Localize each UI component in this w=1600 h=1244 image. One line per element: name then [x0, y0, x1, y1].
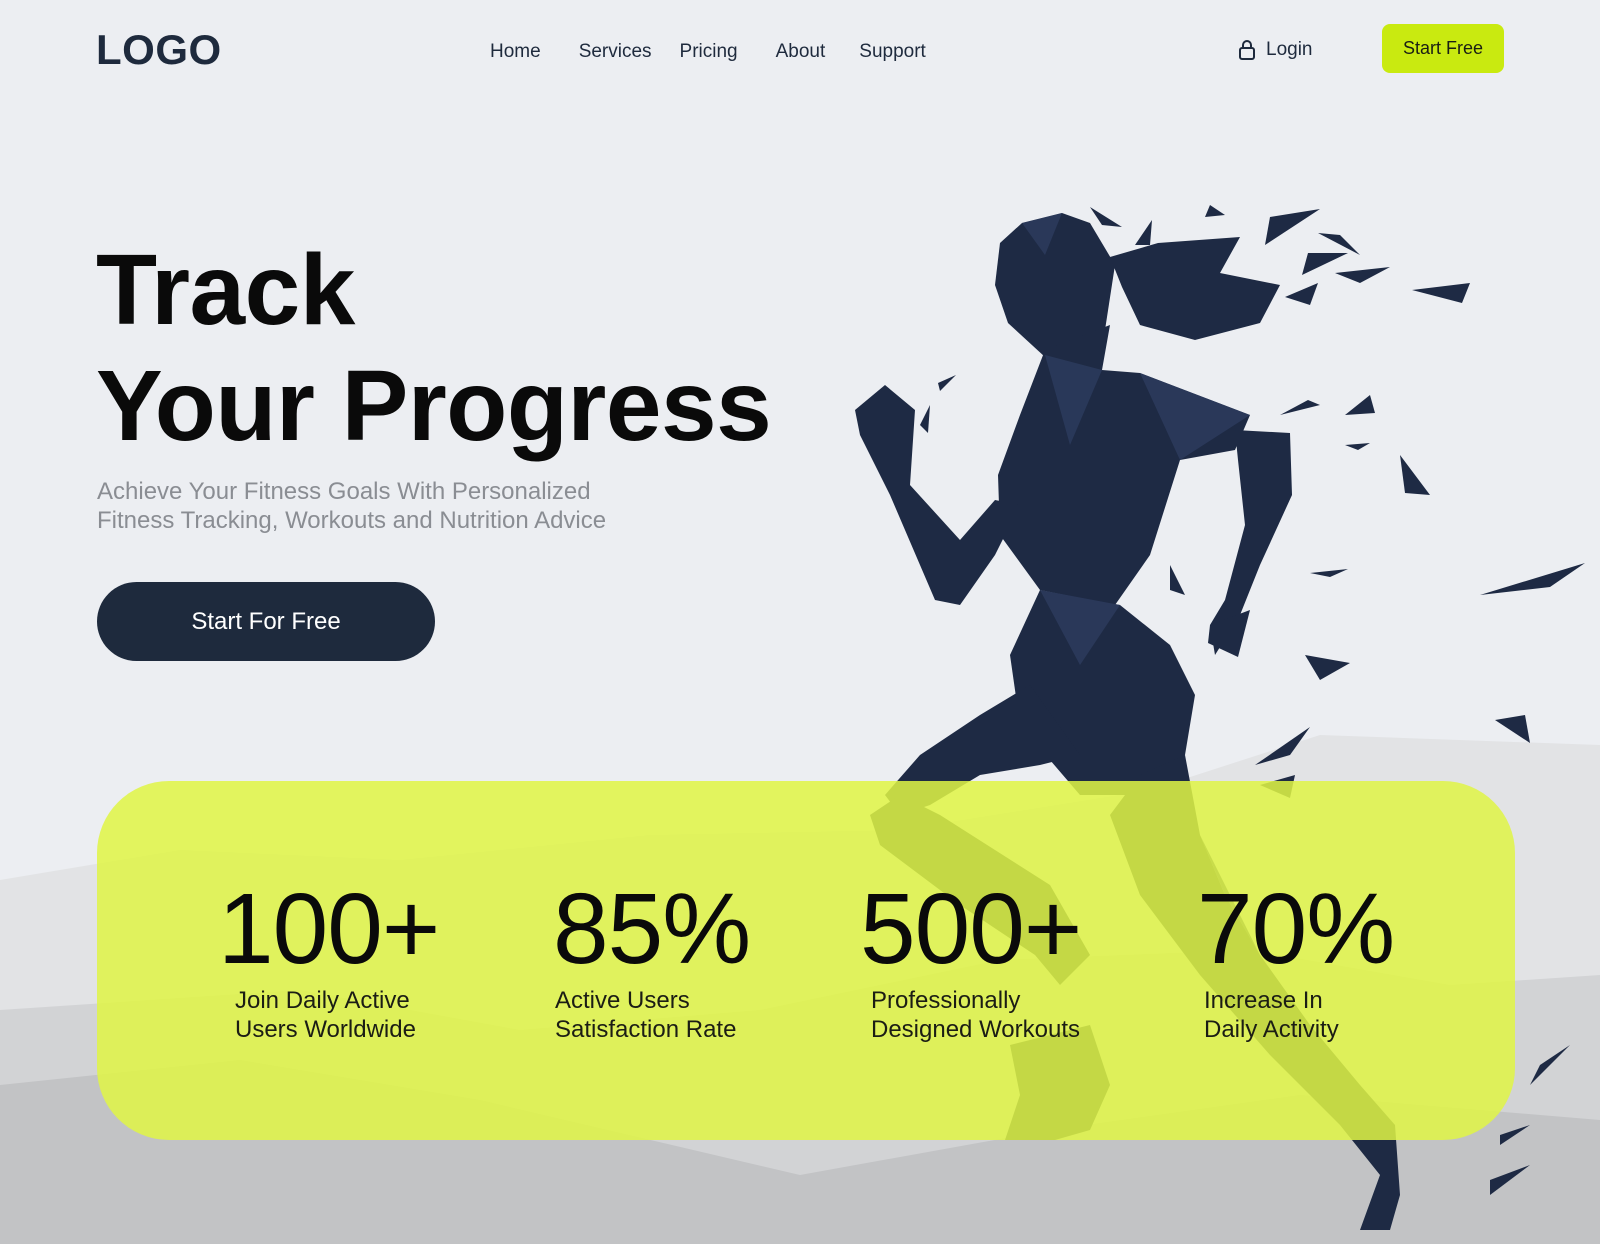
nav-link-services[interactable]: Services [579, 40, 652, 64]
stat-value: 100+ [218, 873, 440, 985]
stat-label-line-1: Join Daily Active [235, 987, 410, 1014]
stat-label-line-2: Designed Workouts [871, 1016, 1080, 1043]
stat-value: 500+ [860, 873, 1082, 985]
main-nav: Home Services Pricing About Support [472, 40, 926, 64]
nav-link-about[interactable]: About [776, 40, 826, 64]
login-label: Login [1266, 39, 1313, 60]
start-for-free-button[interactable]: Start For Free [97, 582, 435, 661]
logo[interactable]: LOGO [96, 26, 222, 74]
stat-label-line-1: Increase In [1204, 987, 1323, 1014]
lock-icon [1239, 40, 1255, 60]
stat-value: 70% [1197, 873, 1395, 985]
stat-label: Professionally Designed Workouts [871, 986, 1080, 1044]
stat-label: Join Daily Active Users Worldwide [235, 986, 416, 1044]
hero-title: Track Your Progress [96, 232, 772, 464]
start-free-button[interactable]: Start Free [1382, 24, 1504, 73]
stat-label-line-2: Daily Activity [1204, 1016, 1339, 1043]
hero-title-line-1: Track [96, 234, 355, 346]
hero-title-line-2: Your Progress [96, 350, 772, 462]
nav-link-pricing[interactable]: Pricing [680, 40, 738, 64]
stat-label: Active Users Satisfaction Rate [555, 986, 736, 1044]
stat-label-line-1: Professionally [871, 987, 1021, 1014]
nav-link-support[interactable]: Support [859, 40, 926, 64]
hero-subtitle: Achieve Your Fitness Goals With Personal… [97, 477, 697, 535]
hero-subtitle-line-2: Fitness Tracking, Workouts and Nutrition… [97, 507, 607, 534]
stat-label: Increase In Daily Activity [1204, 986, 1339, 1044]
site-header: LOGO Home Services Pricing About Support… [0, 0, 1600, 100]
hero-subtitle-line-1: Achieve Your Fitness Goals With Personal… [97, 478, 591, 505]
stat-label-line-2: Satisfaction Rate [555, 1016, 737, 1043]
stat-label-line-1: Active Users [555, 987, 690, 1014]
nav-link-home[interactable]: Home [490, 40, 541, 64]
stat-label-line-2: Users Worldwide [235, 1016, 416, 1043]
stats-panel: 100+ Join Daily Active Users Worldwide 8… [97, 781, 1515, 1140]
stat-value: 85% [553, 873, 751, 985]
login-link[interactable]: Login [1238, 36, 1313, 64]
